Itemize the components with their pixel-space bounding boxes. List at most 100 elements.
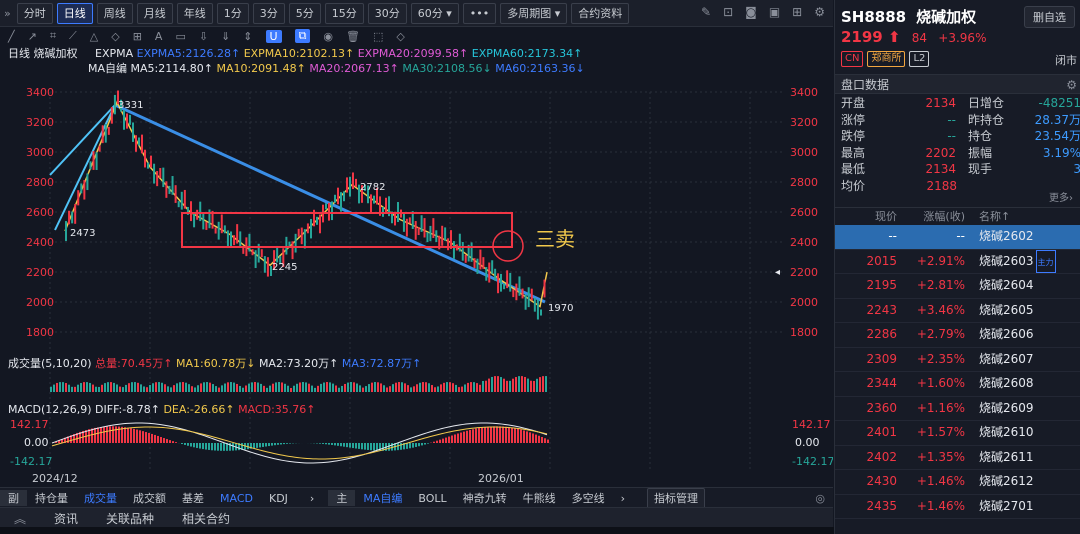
eye-icon[interactable]: ◉	[323, 30, 333, 43]
rect-tool-icon[interactable]: ▭	[175, 30, 185, 43]
col-price[interactable]: 现价	[835, 208, 903, 226]
candle	[343, 191, 345, 202]
table-row[interactable]: 2243 +3.46% 烧碱2605	[835, 299, 1080, 323]
period-button-1min[interactable]: 1分	[216, 2, 249, 24]
ray-tool-icon[interactable]: ↗	[28, 30, 37, 43]
trash-icon[interactable]: 🗑	[346, 30, 360, 43]
table-row[interactable]: 2360 +1.16% 烧碱2609	[835, 397, 1080, 421]
diamond-tool-icon[interactable]: ◇	[111, 30, 119, 43]
table-row[interactable]: 2015 +2.91% 烧碱2603 主力	[835, 249, 1080, 274]
table-row[interactable]: -- -- 烧碱2602	[835, 225, 1080, 250]
collapse-icon[interactable]: »	[4, 7, 11, 20]
row-change: +2.81%	[916, 278, 965, 292]
macd-tick-bottom-r: -142.17	[792, 455, 833, 468]
volume-bar	[437, 386, 439, 392]
tab-volume[interactable]: 成交量	[76, 490, 125, 506]
ruler-tool-icon[interactable]: ⇕	[243, 30, 252, 43]
tab-related-contracts[interactable]: 相关合约	[168, 510, 244, 527]
volume-bar	[116, 384, 118, 392]
fib-tool-icon[interactable]: ⟋	[69, 29, 77, 43]
tab-magic-nine[interactable]: 神奇九转	[455, 490, 515, 506]
period-button-day[interactable]: 日线	[56, 2, 93, 24]
tab-boll[interactable]: BOLL	[410, 492, 454, 505]
tab-ma-custom[interactable]: MA自编	[355, 490, 410, 506]
period-button-month[interactable]: 月线	[136, 2, 173, 24]
macd-bar	[427, 443, 429, 444]
location-icon[interactable]: ◎	[815, 492, 825, 505]
eraser-tool-icon[interactable]: ◇	[396, 30, 404, 43]
window-icon[interactable]: ▣	[769, 5, 780, 19]
period-button-fenshi[interactable]: 分时	[16, 2, 53, 24]
period-button-week[interactable]: 周线	[96, 2, 133, 24]
edit-icon[interactable]: ✎	[701, 5, 711, 19]
arrow-down-tool-icon[interactable]: ⇩	[199, 30, 208, 43]
settings-icon[interactable]: ⚙	[1066, 75, 1077, 95]
candle	[71, 211, 74, 224]
period-button-3min[interactable]: 3分	[252, 2, 285, 24]
table-row[interactable]: 2401 +1.57% 烧碱2610	[835, 421, 1080, 446]
text-tool-icon[interactable]: A	[155, 30, 163, 43]
table-row[interactable]: 2430 +1.46% 烧碱2612	[835, 470, 1080, 495]
tab-long-short[interactable]: 多空线	[564, 490, 613, 506]
volume-bar	[434, 387, 436, 392]
period-button-30min[interactable]: 30分	[367, 2, 407, 24]
magnet-tool-icon[interactable]: U	[265, 29, 282, 43]
table-row[interactable]: 2195 +2.81% 烧碱2604	[835, 274, 1080, 299]
line-tool-icon[interactable]: ╱	[8, 30, 15, 43]
table-row[interactable]: 2309 +2.35% 烧碱2607	[835, 348, 1080, 372]
volume-bar	[107, 382, 109, 392]
copy-tool-icon[interactable]: ⧉	[294, 29, 311, 43]
tab-macd[interactable]: MACD	[212, 492, 261, 505]
remove-watchlist-button[interactable]: 删自选	[1024, 6, 1075, 28]
kline-chart[interactable]: 3400 3400 3200 3200 3000 3000 2800 2800 2600 2600…	[0, 45, 833, 485]
tab-turnover[interactable]: 成交额	[125, 490, 174, 506]
camera-icon[interactable]: ◙	[745, 5, 757, 19]
candle	[429, 225, 432, 242]
settings-icon[interactable]: ⚙	[814, 5, 825, 19]
macd-bar	[193, 443, 195, 448]
table-row[interactable]: 2402 +1.35% 烧碱2611	[835, 446, 1080, 470]
period-button-15min[interactable]: 15分	[324, 2, 364, 24]
candle	[95, 152, 98, 170]
row-name: 烧碱2609	[979, 400, 1034, 415]
table-row[interactable]: 2344 +1.60% 烧碱2608	[835, 372, 1080, 397]
right-scroll-icon[interactable]: ›	[613, 492, 633, 505]
triangle-tool-icon[interactable]: △	[90, 30, 98, 43]
indicator-manage-button[interactable]: 指标管理	[647, 487, 706, 509]
macd-bar	[343, 443, 345, 447]
expand-icon[interactable]: ︽	[0, 510, 40, 527]
more-periods-button[interactable]: •••	[462, 2, 497, 24]
table-row[interactable]: 2286 +2.79% 烧碱2606	[835, 323, 1080, 348]
layout-icon[interactable]: ⊞	[792, 5, 802, 19]
col-name[interactable]: 名称↑	[971, 208, 1080, 226]
grid-tool-icon[interactable]: ⊞	[133, 30, 142, 43]
multi-period-button[interactable]: 多周期图 ▾	[500, 2, 568, 24]
period-button-year[interactable]: 年线	[176, 2, 213, 24]
volume-bar	[536, 378, 538, 392]
macd-bar	[397, 443, 399, 451]
lock-icon[interactable]: ⊡	[723, 5, 733, 19]
period-button-60min[interactable]: 60分 ▾	[410, 2, 459, 24]
left-scroll-icon[interactable]: ›	[302, 492, 322, 505]
contract-info-button[interactable]: 合约资料	[571, 2, 630, 24]
pk-row: 均价 2188	[835, 178, 1080, 195]
tab-kdj[interactable]: KDJ	[261, 492, 296, 505]
candle	[509, 272, 512, 292]
tab-news[interactable]: 资讯	[40, 510, 92, 527]
channel-tool-icon[interactable]: ⌗	[50, 29, 56, 43]
tab-related-varieties[interactable]: 关联品种	[92, 510, 168, 527]
candle	[263, 256, 266, 273]
tab-bull-bear[interactable]: 牛熊线	[515, 490, 564, 506]
tab-open-interest[interactable]: 持仓量	[27, 490, 76, 506]
candle	[171, 176, 174, 195]
table-row[interactable]: 2435 +1.46% 烧碱2701	[835, 495, 1080, 519]
volume-bar	[242, 387, 244, 392]
select-tool-icon[interactable]: ⬚	[373, 30, 383, 43]
volume-bar	[497, 376, 499, 392]
tab-basis[interactable]: 基差	[174, 490, 212, 506]
more-link[interactable]: 更多›	[1049, 189, 1073, 204]
col-change[interactable]: 涨幅(收)	[903, 208, 971, 226]
period-button-5min[interactable]: 5分	[288, 2, 321, 24]
volume-bar	[122, 387, 124, 392]
arrow-down2-tool-icon[interactable]: ⇓	[221, 30, 230, 43]
